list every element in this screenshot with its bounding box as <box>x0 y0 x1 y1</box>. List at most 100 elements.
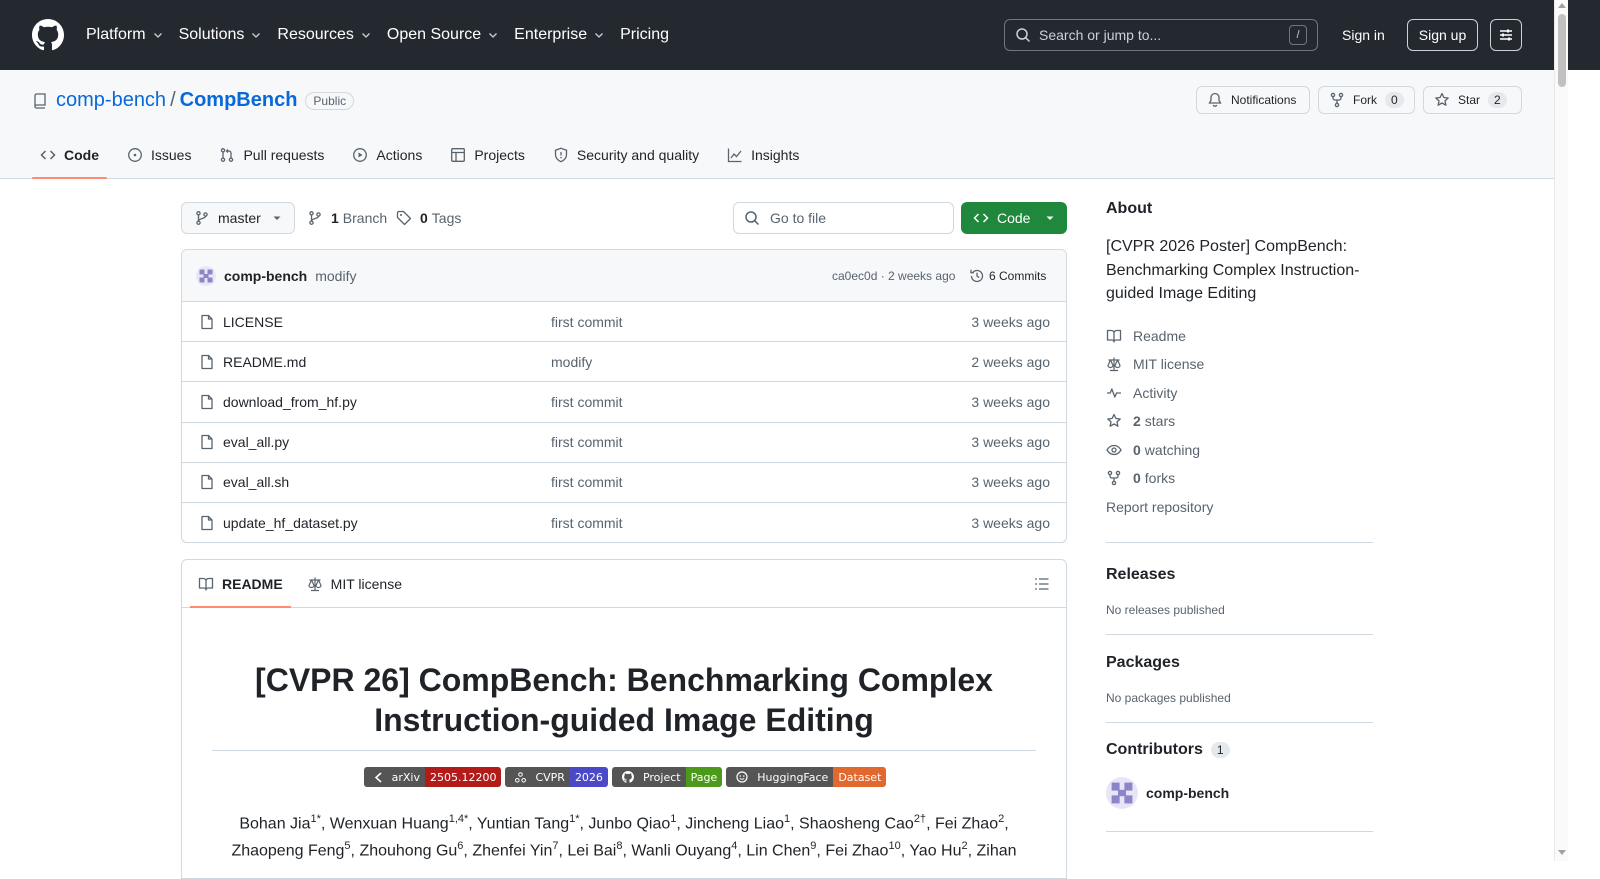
releases-heading[interactable]: Releases <box>1106 566 1373 584</box>
project-page-badge[interactable]: Project Page <box>611 767 723 787</box>
scroll-down-arrow-icon[interactable] <box>1558 850 1566 855</box>
file-icon <box>199 314 215 330</box>
file-name-link[interactable]: README.md <box>223 354 306 370</box>
file-name-link[interactable]: eval_all.sh <box>223 474 289 490</box>
fork-button[interactable]: Fork 0 <box>1318 86 1415 114</box>
page-scrollbar[interactable] <box>1554 0 1568 861</box>
file-commit-message[interactable]: first commit <box>551 314 623 330</box>
file-commit-message[interactable]: first commit <box>551 515 623 531</box>
branch-count-label: Branch <box>342 210 388 226</box>
nav-solutions[interactable]: Solutions <box>179 19 263 51</box>
author-affiliation: 5 <box>344 840 351 853</box>
nav-open-source[interactable]: Open Source <box>387 19 499 51</box>
branch-selector[interactable]: master <box>181 202 295 234</box>
sign-up-button[interactable]: Sign up <box>1407 19 1478 51</box>
file-icon <box>199 354 215 370</box>
go-to-file-input[interactable]: Go to file <box>733 202 954 234</box>
tab-actions[interactable]: Actions <box>344 132 430 178</box>
commit-hash-time[interactable]: ca0ec0d · 2 weeks ago <box>832 269 955 283</box>
tab-insights[interactable]: Insights <box>719 132 807 178</box>
repo-owner-link[interactable]: comp-bench <box>56 89 166 112</box>
sign-in-link[interactable]: Sign in <box>1334 19 1393 51</box>
file-name-link[interactable]: update_hf_dataset.py <box>223 515 358 531</box>
nav-pricing[interactable]: Pricing <box>620 19 669 51</box>
file-name-link[interactable]: eval_all.py <box>223 434 289 450</box>
license-link[interactable]: MIT license <box>1106 350 1373 379</box>
nav-platform[interactable]: Platform <box>86 19 164 51</box>
settings-menu-button[interactable] <box>1490 19 1522 51</box>
pull-request-icon <box>219 147 235 163</box>
tab-license[interactable]: MIT license <box>299 560 410 607</box>
nav-enterprise[interactable]: Enterprise <box>514 19 605 51</box>
global-search[interactable]: Search or jump to... / <box>1004 19 1318 51</box>
huggingface-icon <box>731 771 753 783</box>
repo-name-link[interactable]: CompBench <box>180 89 298 112</box>
tab-readme[interactable]: README <box>190 560 291 608</box>
commits-history-link[interactable]: 6 Commits <box>969 268 1046 284</box>
readme-heading: [CVPR 26] CompBench: Benchmarking Comple… <box>212 660 1036 751</box>
tab-projects[interactable]: Projects <box>442 132 533 178</box>
branches-link[interactable]: 1 Branch <box>307 202 387 234</box>
file-commit-message[interactable]: modify <box>551 354 592 370</box>
code-download-button[interactable]: Code <box>961 202 1067 234</box>
outline-list-icon[interactable] <box>1034 576 1050 592</box>
badge-right-label: Page <box>685 767 723 787</box>
file-icon <box>199 434 215 450</box>
tab-issues[interactable]: Issues <box>119 132 199 178</box>
file-commit-message[interactable]: first commit <box>551 434 623 450</box>
packages-heading[interactable]: Packages <box>1106 654 1373 672</box>
avatar <box>1106 777 1138 809</box>
readme-link[interactable]: Readme <box>1106 322 1373 351</box>
go-to-file-placeholder: Go to file <box>770 210 827 226</box>
contributors-heading[interactable]: Contributors 1 <box>1106 741 1373 759</box>
file-name-link[interactable]: LICENSE <box>223 314 283 330</box>
law-icon <box>307 576 323 592</box>
contributors-title: Contributors <box>1106 741 1203 758</box>
huggingface-badge[interactable]: HuggingFace Dataset <box>726 767 887 787</box>
author-name: Zihan <box>976 842 1017 860</box>
latest-commit-bar: comp-bench modify ca0ec0d · 2 weeks ago … <box>182 250 1066 302</box>
forks-count: 0 <box>1133 470 1141 487</box>
file-commit-date: 3 weeks ago <box>971 393 1050 410</box>
readme-tabs: README MIT license <box>182 560 1066 608</box>
watchers-link[interactable]: 0 watching <box>1106 436 1373 465</box>
star-button[interactable]: Star 2 <box>1423 86 1522 114</box>
tags-link[interactable]: 0 Tags <box>396 202 461 234</box>
search-placeholder: Search or jump to... <box>1039 27 1162 43</box>
contributor-item[interactable]: comp-bench <box>1106 777 1373 809</box>
nav-label: Resources <box>277 26 354 43</box>
file-commit-message[interactable]: first commit <box>551 474 623 490</box>
nav-resources[interactable]: Resources <box>277 19 371 51</box>
badge-left-label: arXiv <box>391 770 420 784</box>
repo-tabs: Code Issues Pull requests Actions Projec… <box>32 132 819 179</box>
badge-left-label: Project <box>642 770 681 784</box>
notifications-button[interactable]: Notifications <box>1196 86 1310 114</box>
repo-sidebar: About [CVPR 2026 Poster] CompBench: Benc… <box>1106 200 1373 832</box>
cvpr-badge[interactable]: CVPR 2026 <box>505 767 608 787</box>
file-name-link[interactable]: download_from_hf.py <box>223 394 357 410</box>
search-icon <box>744 210 760 226</box>
scrollbar-thumb[interactable] <box>1558 14 1566 87</box>
file-commit-date: 3 weeks ago <box>971 434 1050 451</box>
file-commit-message[interactable]: first commit <box>551 394 623 410</box>
avatar[interactable] <box>196 265 216 286</box>
tab-label: Projects <box>474 147 525 163</box>
tab-pull-requests[interactable]: Pull requests <box>211 132 332 178</box>
file-commit-date: 3 weeks ago <box>971 515 1050 532</box>
readme-badges: arXiv 2505.12200 CVPR 2026 Project Page … <box>182 767 1066 787</box>
author-name: Wanli Ouyang <box>631 842 732 860</box>
tab-code[interactable]: Code <box>32 132 107 179</box>
commit-message-link[interactable]: modify <box>315 268 356 284</box>
tab-security[interactable]: Security and quality <box>545 132 707 178</box>
table-row: update_hf_dataset.py first commit 3 week… <box>182 503 1066 542</box>
arxiv-badge[interactable]: arXiv 2505.12200 <box>363 767 502 787</box>
scroll-up-arrow-icon[interactable] <box>1558 3 1566 8</box>
sidebar-link-label: Readme <box>1133 327 1186 344</box>
file-icon <box>199 515 215 531</box>
activity-link[interactable]: Activity <box>1106 379 1373 408</box>
forks-link[interactable]: 0 forks <box>1106 464 1373 493</box>
github-logo-icon[interactable] <box>32 19 64 51</box>
report-repository-link[interactable]: Report repository <box>1106 493 1373 522</box>
stars-link[interactable]: 2 stars <box>1106 407 1373 436</box>
commit-author-link[interactable]: comp-bench <box>224 268 307 284</box>
